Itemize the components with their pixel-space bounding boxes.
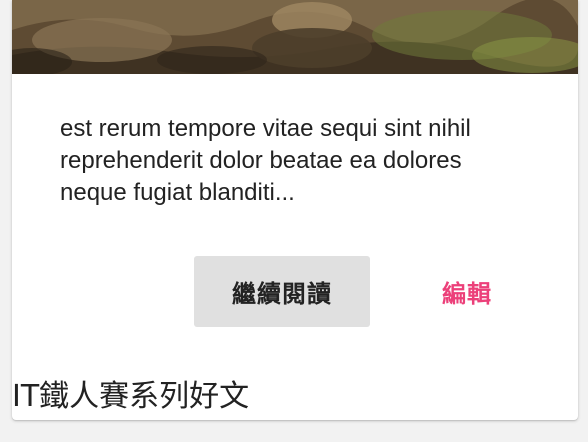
article-excerpt: est rerum tempore vitae sequi sint nihil… — [60, 115, 471, 206]
edit-button[interactable]: 編輯 — [422, 256, 512, 327]
article-card: est rerum tempore vitae sequi sint nihil… — [12, 0, 578, 420]
card-cover-image — [12, 0, 578, 74]
continue-reading-button[interactable]: 繼續閱讀 — [194, 256, 370, 327]
series-title: IT鐵人賽系列好文 — [12, 379, 250, 414]
